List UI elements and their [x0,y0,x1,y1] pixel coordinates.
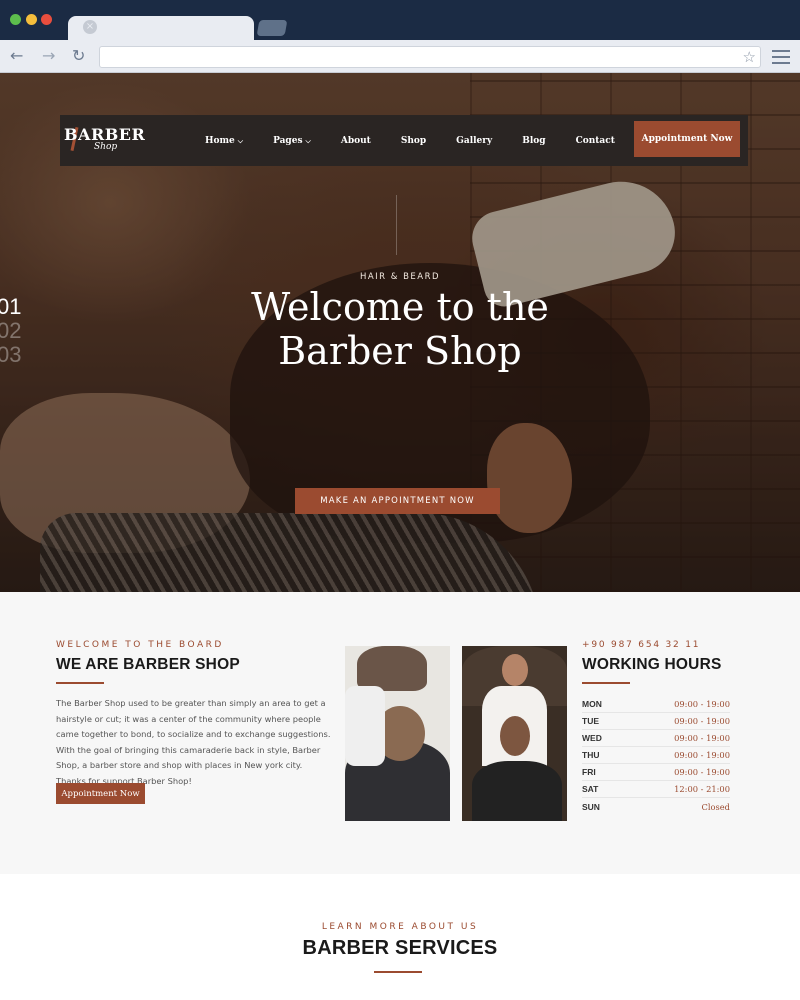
hours-row: TUE 09:00 - 19:00 [582,713,730,730]
about-paragraph: The Barber Shop used to be greater than … [56,698,331,786]
nav-item-shop[interactable]: Shop [401,136,426,146]
hours-day: THU [582,750,600,760]
make-appointment-button[interactable]: MAKE AN APPOINTMENT NOW [295,488,500,514]
reload-icon[interactable]: ↻ [72,47,85,65]
about-appointment-button[interactable]: Appointment Now [56,783,145,804]
chevron-down-icon: ⌵ [305,136,311,145]
hours-time: Closed [701,801,730,812]
hamburger-menu-icon[interactable] [772,50,790,64]
hours-day: SUN [582,801,600,812]
window-close-button[interactable] [41,14,52,25]
about-title: WE ARE BARBER SHOP [56,656,240,673]
browser-titlebar: × [0,0,800,42]
hours-row: THU 09:00 - 19:00 [582,747,730,764]
new-tab-button[interactable] [256,20,288,36]
barber-photo-shaving [345,646,450,821]
hours-day: TUE [582,716,599,726]
browser-tab-active[interactable]: × [68,16,254,42]
main-navbar: BARBER Shop Home ⌵ Pages ⌵ About Shop Gall… [60,115,748,166]
hours-time: 09:00 - 19:00 [674,699,730,709]
back-arrow-icon[interactable]: ← [10,47,23,65]
nav-item-about[interactable]: About [341,136,371,146]
hours-time: 09:00 - 19:00 [674,733,730,743]
hero-section: 01 02 03 BARBER Shop Home ⌵ Pages ⌵ About … [0,73,800,592]
tab-close-icon[interactable]: × [83,20,97,34]
hours-time: 09:00 - 19:00 [674,716,730,726]
hours-row: SUN Closed [582,798,730,815]
about-section: WELCOME TO THE BOARD WE ARE BARBER SHOP … [0,592,800,874]
hours-time: 12:00 - 21:00 [674,784,730,794]
nav-item-contact[interactable]: Contact [576,136,615,146]
phone-number[interactable]: +90 987 654 32 11 [582,640,700,650]
hero-eyebrow: HAIR & BEARD [359,272,441,282]
hero-title-line-2: Barber Shop [278,329,522,373]
barber-photo-styling [462,646,567,821]
hero-title-line-1: Welcome to the [251,285,549,329]
nav-item-gallery[interactable]: Gallery [456,136,492,146]
logo-subtext: Shop [94,142,118,152]
hours-day: SAT [582,784,599,794]
hours-title-underline [582,682,630,684]
hours-time: 09:00 - 19:00 [674,767,730,777]
about-eyebrow: WELCOME TO THE BOARD [56,640,224,650]
services-title-underline [374,971,422,973]
hero-title: Welcome to the Barber Shop [0,285,800,373]
hours-time: 09:00 - 19:00 [674,750,730,760]
window-maximize-button[interactable] [26,14,37,25]
about-title-underline [56,682,104,684]
services-section: LEARN MORE ABOUT US BARBER SERVICES [0,874,800,1000]
hours-day: FRI [582,767,596,777]
services-title: BARBER SERVICES [302,937,498,959]
forward-arrow-icon[interactable]: → [42,47,55,65]
site-logo[interactable]: BARBER Shop [64,125,145,159]
hours-row: SAT 12:00 - 21:00 [582,781,730,798]
working-hours-title: WORKING HOURS [582,656,722,673]
bookmark-star-icon[interactable]: ☆ [743,48,756,66]
browser-toolbar: ← → ↻ ☆ [0,40,800,73]
nav-item-pages[interactable]: Pages ⌵ [273,136,311,146]
nav-item-home[interactable]: Home ⌵ [205,136,243,146]
hours-row: WED 09:00 - 19:00 [582,730,730,747]
services-eyebrow: LEARN MORE ABOUT US [321,922,479,932]
chevron-down-icon: ⌵ [237,136,244,145]
hours-row: MON 09:00 - 19:00 [582,696,730,713]
address-bar[interactable]: ☆ [99,46,761,69]
hours-row: FRI 09:00 - 19:00 [582,764,730,781]
nav-item-blog[interactable]: Blog [522,136,545,146]
nav-menu: Home ⌵ Pages ⌵ About Shop Gallery Blog Con… [205,115,645,166]
window-minimize-button[interactable] [10,14,21,25]
url-input[interactable] [100,48,760,69]
hero-divider-line [396,195,397,255]
working-hours-table: MON 09:00 - 19:00 TUE 09:00 - 19:00 WED 09:… [582,696,730,815]
hours-day: WED [582,733,602,743]
hours-day: MON [582,699,602,709]
appointment-now-button[interactable]: Appointment Now [634,121,740,157]
